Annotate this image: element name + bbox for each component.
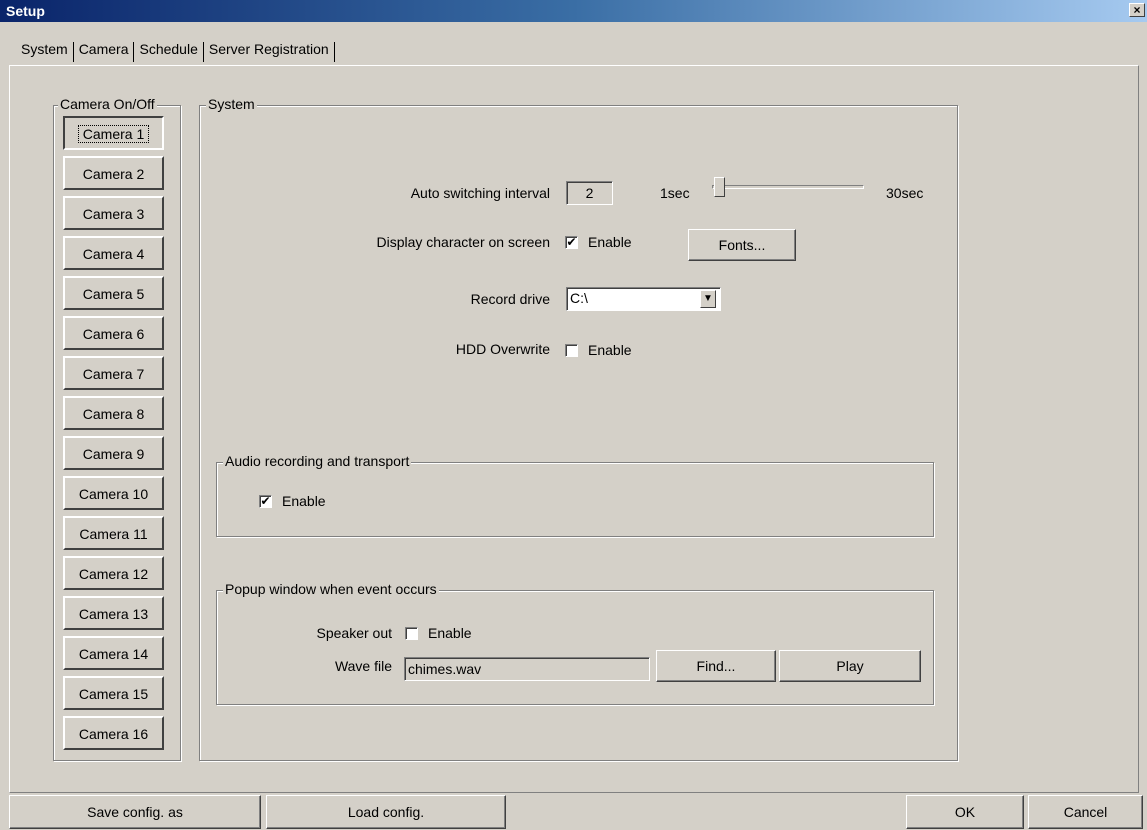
camera-toggle-11[interactable]: Camera 11 <box>63 516 164 550</box>
camera-toggle-14[interactable]: Camera 14 <box>63 636 164 670</box>
camera-label: Camera 13 <box>78 606 149 622</box>
hdd-overwrite-checkbox[interactable] <box>565 344 578 357</box>
camera-label: Camera 2 <box>82 166 145 182</box>
tab-divider <box>72 42 74 62</box>
close-icon[interactable]: × <box>1129 3 1145 17</box>
hdd-overwrite-label: HDD Overwrite <box>455 341 550 357</box>
slider-max-label: 30sec <box>886 185 924 201</box>
display-character-checkbox[interactable]: ✔ <box>565 236 578 249</box>
audio-enable-checkbox[interactable]: ✔ <box>259 495 272 508</box>
tab-schedule[interactable]: Schedule <box>136 39 200 65</box>
camera-toggle-15[interactable]: Camera 15 <box>63 676 164 710</box>
audio-enable-label: Enable <box>282 493 326 509</box>
camera-toggle-7[interactable]: Camera 7 <box>63 356 164 390</box>
camera-toggle-6[interactable]: Camera 6 <box>63 316 164 350</box>
tab-divider <box>202 42 204 62</box>
wave-file-field[interactable]: chimes.wav <box>404 657 650 681</box>
camera-toggle-16[interactable]: Camera 16 <box>63 716 164 750</box>
camera-label: Camera 9 <box>82 446 145 462</box>
camera-label: Camera 8 <box>82 406 145 422</box>
wave-file-label: Wave file <box>334 658 392 674</box>
display-character-enable-label: Enable <box>588 234 632 250</box>
camera-label: Camera 1 <box>77 125 150 143</box>
speaker-out-label: Speaker out <box>316 625 393 641</box>
play-button[interactable]: Play <box>779 650 921 682</box>
tab-divider <box>333 42 335 62</box>
camera-toggle-4[interactable]: Camera 4 <box>63 236 164 270</box>
popup-window-group: Popup window when event occurs <box>216 581 934 705</box>
display-character-label: Display character on screen <box>376 234 550 250</box>
auto-switching-interval-label: Auto switching interval <box>410 185 550 201</box>
camera-toggle-8[interactable]: Camera 8 <box>63 396 164 430</box>
camera-onoff-group-label: Camera On/Off <box>58 96 157 112</box>
camera-toggle-12[interactable]: Camera 12 <box>63 556 164 590</box>
system-group-label: System <box>206 96 257 112</box>
camera-label: Camera 4 <box>82 246 145 262</box>
audio-recording-group-label: Audio recording and transport <box>223 453 412 469</box>
camera-label: Camera 3 <box>82 206 145 222</box>
camera-toggle-9[interactable]: Camera 9 <box>63 436 164 470</box>
tab-system[interactable]: System <box>18 39 71 65</box>
tab-divider <box>133 42 135 62</box>
tab-strip: System Camera Schedule Server Registrati… <box>18 39 337 65</box>
load-config-button[interactable]: Load config. <box>266 795 506 829</box>
popup-window-group-label: Popup window when event occurs <box>223 581 439 597</box>
camera-label: Camera 5 <box>82 286 145 302</box>
camera-label: Camera 14 <box>78 646 149 662</box>
title-bar: Setup × <box>0 0 1147 22</box>
hdd-overwrite-enable-label: Enable <box>588 342 632 358</box>
camera-label: Camera 16 <box>78 726 149 742</box>
camera-toggle-13[interactable]: Camera 13 <box>63 596 164 630</box>
camera-toggle-3[interactable]: Camera 3 <box>63 196 164 230</box>
fonts-button[interactable]: Fonts... <box>688 229 796 261</box>
auto-switching-interval-value: 2 <box>566 181 613 205</box>
camera-toggle-1[interactable]: Camera 1 <box>63 116 164 150</box>
camera-label: Camera 11 <box>79 526 148 542</box>
chevron-down-icon[interactable]: ▼ <box>700 290 716 308</box>
ok-button[interactable]: OK <box>906 795 1024 829</box>
record-drive-select[interactable]: C:\ <box>566 287 721 311</box>
camera-toggle-2[interactable]: Camera 2 <box>63 156 164 190</box>
camera-label: Camera 12 <box>78 566 149 582</box>
tab-server-registration[interactable]: Server Registration <box>206 39 332 65</box>
record-drive-label: Record drive <box>470 291 550 307</box>
tab-camera[interactable]: Camera <box>76 39 132 65</box>
cancel-button[interactable]: Cancel <box>1028 795 1143 829</box>
speaker-out-checkbox[interactable] <box>405 627 418 640</box>
save-config-button[interactable]: Save config. as <box>9 795 261 829</box>
slider-min-label: 1sec <box>660 185 690 201</box>
window-title: Setup <box>6 3 45 19</box>
find-button[interactable]: Find... <box>656 650 776 682</box>
camera-toggle-5[interactable]: Camera 5 <box>63 276 164 310</box>
camera-toggle-10[interactable]: Camera 10 <box>63 476 164 510</box>
speaker-out-enable-label: Enable <box>428 625 472 641</box>
interval-slider-track[interactable] <box>712 185 864 189</box>
camera-label: Camera 6 <box>82 326 145 342</box>
interval-slider-thumb[interactable] <box>714 177 725 197</box>
camera-label: Camera 10 <box>78 486 149 502</box>
camera-label: Camera 15 <box>78 686 149 702</box>
camera-label: Camera 7 <box>82 366 145 382</box>
